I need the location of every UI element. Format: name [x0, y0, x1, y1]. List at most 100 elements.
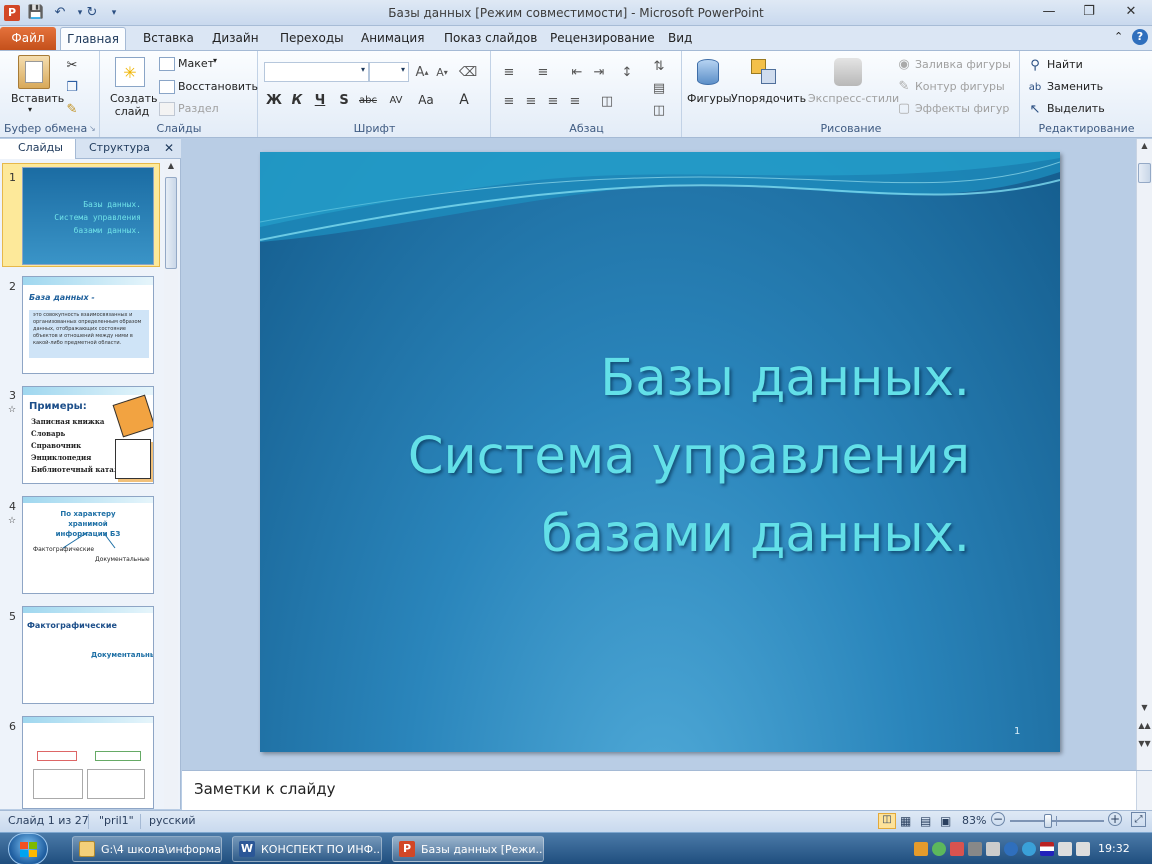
align-left-icon[interactable]: ≡	[500, 92, 518, 110]
smartart-icon[interactable]: ◫	[650, 101, 668, 119]
italic-button[interactable]: К	[288, 91, 306, 109]
taskbar-item-powerpoint[interactable]: P Базы данных [Режи...	[392, 836, 544, 862]
justify-icon[interactable]: ≡	[566, 92, 584, 110]
shape-fill-button[interactable]: Заливка фигуры	[915, 58, 1011, 71]
close-button[interactable]: ✕	[1114, 0, 1148, 22]
tray-icon-bluetooth[interactable]	[1022, 842, 1036, 856]
numbering-icon[interactable]: ≡	[534, 63, 552, 81]
taskbar-item-word[interactable]: W КОНСПЕКТ ПО ИНФ...	[232, 836, 382, 862]
paste-button[interactable]: Вставить	[11, 92, 64, 105]
tab-transitions[interactable]: Переходы	[280, 31, 344, 45]
align-text-icon[interactable]: ▤	[650, 79, 668, 97]
reading-view-icon[interactable]: ▤	[920, 814, 931, 828]
slides-pane-scrollbar[interactable]: ▲	[164, 161, 178, 809]
slide-thumbnail-1[interactable]: Базы данных. Система управления базами д…	[22, 167, 154, 265]
paste-icon[interactable]	[18, 55, 50, 89]
tab-view[interactable]: Вид	[668, 31, 692, 45]
tab-slideshow[interactable]: Показ слайдов	[444, 31, 537, 45]
taskbar-item-explorer[interactable]: G:\4 школа\информа...	[72, 836, 222, 862]
format-painter-icon[interactable]: ✎	[64, 101, 80, 117]
slideshow-view-icon[interactable]: ▣	[940, 814, 951, 828]
tab-review[interactable]: Рецензирование	[550, 31, 655, 45]
shape-effects-button[interactable]: Эффекты фигур	[915, 102, 1009, 115]
reset-button[interactable]: Восстановить	[178, 80, 258, 93]
tray-icon-language[interactable]	[1040, 842, 1054, 856]
layout-dropdown-icon[interactable]: ▾	[213, 56, 217, 65]
tab-outline[interactable]: Структура	[89, 141, 150, 154]
align-center-icon[interactable]: ≡	[522, 92, 540, 110]
layout-button[interactable]: Макет	[178, 57, 214, 70]
shapes-button[interactable]: Фигуры	[687, 92, 732, 105]
font-size-combo[interactable]: ▾	[369, 62, 409, 82]
clipboard-launcher-icon[interactable]: ↘	[89, 124, 96, 133]
tray-icon-network[interactable]	[1058, 842, 1072, 856]
minimize-ribbon-icon[interactable]: ⌃	[1114, 30, 1123, 43]
slide-sorter-icon[interactable]: ▦	[900, 814, 911, 828]
slide-thumbnail-5[interactable]: Фактографические Документальные	[22, 606, 154, 704]
arrange-icon[interactable]	[749, 57, 779, 87]
minimize-button[interactable]: —	[1032, 0, 1066, 22]
clear-format-icon[interactable]: ⌫	[459, 63, 477, 81]
select-button[interactable]: Выделить	[1047, 102, 1105, 115]
slide-thumbnail-3[interactable]: Примеры: Записная книжка Словарь Справоч…	[22, 386, 154, 484]
change-case-button[interactable]: Аа	[415, 91, 437, 109]
previous-slide-icon[interactable]: ▲▲	[1138, 721, 1151, 735]
cut-icon[interactable]: ✂	[64, 57, 80, 73]
columns-icon[interactable]: ◫	[598, 92, 616, 110]
line-spacing-icon[interactable]: ↕	[618, 63, 636, 81]
start-button[interactable]	[8, 833, 48, 864]
underline-button[interactable]: Ч	[311, 91, 329, 109]
zoom-out-icon[interactable]: −	[991, 812, 1005, 826]
align-right-icon[interactable]: ≡	[544, 92, 562, 110]
tray-icon-keyboard[interactable]	[986, 842, 1000, 856]
new-slide-icon[interactable]: ✳	[115, 57, 145, 87]
tray-icon-update[interactable]	[1004, 842, 1018, 856]
slide-canvas[interactable]: Базы данных. Система управления базами д…	[260, 152, 1060, 752]
close-pane-icon[interactable]: ✕	[164, 141, 174, 155]
tab-animation[interactable]: Анимация	[361, 31, 424, 45]
tab-design[interactable]: Дизайн	[212, 31, 259, 45]
scroll-thumb[interactable]	[165, 177, 177, 269]
slide-thumbnail-4[interactable]: По характеру хранимой информации БЗ Факт…	[22, 496, 154, 594]
replace-button[interactable]: Заменить	[1047, 80, 1103, 93]
scroll-up-icon[interactable]: ▲	[1138, 141, 1151, 153]
shape-outline-button[interactable]: Контур фигуры	[915, 80, 1005, 93]
strikethrough-button[interactable]: abc	[357, 91, 379, 109]
slide-vertical-scrollbar[interactable]: ▲ ▼ ▲▲ ▼▼	[1136, 139, 1152, 770]
tray-icon-antivirus[interactable]	[932, 842, 946, 856]
notes-scrollbar[interactable]	[1136, 771, 1152, 811]
clock[interactable]: 19:32	[1098, 842, 1130, 855]
tab-slides[interactable]: Слайды	[18, 141, 63, 154]
tray-icon-media[interactable]	[914, 842, 928, 856]
bullets-icon[interactable]: ≡	[500, 63, 518, 81]
tab-file[interactable]: Файл	[0, 27, 56, 50]
scroll-thumb[interactable]	[1138, 163, 1151, 183]
font-name-combo[interactable]: ▾	[264, 62, 369, 82]
find-button[interactable]: Найти	[1047, 58, 1083, 71]
quick-styles-icon[interactable]	[833, 57, 863, 87]
bold-button[interactable]: Ж	[265, 91, 283, 109]
theme-name[interactable]: "pril1"	[99, 814, 134, 827]
help-icon[interactable]: ?	[1132, 29, 1148, 45]
arrange-button[interactable]: Упорядочить	[731, 92, 806, 105]
notes-pane[interactable]: Заметки к слайду	[182, 770, 1152, 811]
new-slide-button[interactable]: Создать слайд	[110, 92, 158, 118]
zoom-in-icon[interactable]: +	[1108, 812, 1122, 826]
next-slide-icon[interactable]: ▼▼	[1138, 739, 1151, 753]
shadow-button[interactable]: S	[335, 91, 353, 109]
scroll-up-icon[interactable]: ▲	[165, 161, 177, 173]
tab-insert[interactable]: Вставка	[143, 31, 194, 45]
copy-icon[interactable]: ❐	[64, 79, 80, 95]
tray-icon-printer[interactable]	[968, 842, 982, 856]
maximize-button[interactable]: ❐	[1072, 0, 1106, 22]
increase-indent-icon[interactable]: ⇥	[590, 63, 608, 81]
decrease-indent-icon[interactable]: ⇤	[568, 63, 586, 81]
shapes-icon[interactable]	[693, 57, 723, 87]
zoom-slider[interactable]	[1010, 814, 1104, 828]
quick-styles-button[interactable]: Экспресс-стили	[808, 92, 899, 105]
slide-thumbnail-2[interactable]: База данных - это совокупность взаимосвя…	[22, 276, 154, 374]
paste-dropdown-icon[interactable]: ▾	[28, 105, 32, 114]
tray-icon-volume[interactable]	[1076, 842, 1090, 856]
slide-title[interactable]: Базы данных. Система управления базами д…	[290, 340, 970, 574]
section-button[interactable]: Раздел	[178, 102, 219, 115]
